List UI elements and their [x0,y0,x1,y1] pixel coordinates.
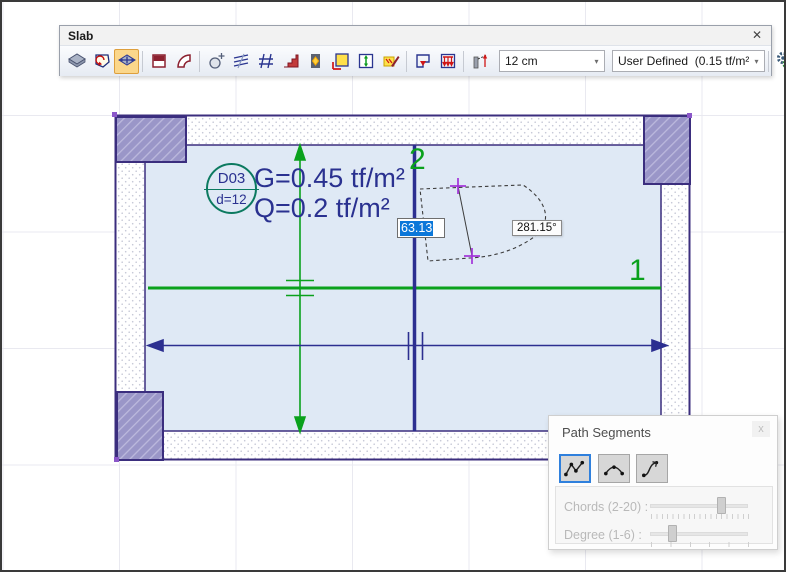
slab-plate-icon [67,53,86,68]
half-filled-square-icon [151,54,166,68]
arc-segment-button[interactable] [598,454,630,483]
degree-slider-track[interactable] [650,532,748,536]
toolbar-row: 12 cm ▾ User Defined (0.15 tf/m²) ▾ [60,45,784,76]
polygon-arrow-icon [94,54,110,68]
toolbar-separator [142,50,143,72]
slab-arrows-icon [117,54,136,66]
eraser-icon [383,56,399,67]
opening-button[interactable] [203,49,228,74]
load-case-combobox[interactable]: User Defined (0.15 tf/m²) ▾ [612,50,765,72]
length-input-value: 63.13 [400,220,434,236]
load-arrows-icon [440,53,455,69]
slab-id-label: D03 [217,170,246,187]
axis-2-label: 2 [409,143,426,176]
corner-panel-button[interactable] [328,49,353,74]
axis-1-label: 1 [629,254,646,287]
ramp-arrow-icon [473,54,487,69]
degree-slider-ticks [651,542,751,547]
circle-plus-icon [208,53,224,69]
stairs-button[interactable] [278,49,303,74]
polyline-icon [564,460,585,476]
close-icon[interactable]: ✕ [749,27,765,43]
slab-tag-circle: D03 d=12 [204,163,259,214]
application-window: D03 d=12 G=0.45 tf/m² Q=0.2 tf/m² 1 2 63… [0,0,786,572]
column-top-right [643,115,691,185]
live-load-label: Q=0.2 tf/m² [254,193,390,223]
spline-icon [642,460,659,477]
column-bottom-left [116,391,164,461]
load-case-value: User Defined (0.15 tf/m²) [618,54,749,68]
spline-segment-button[interactable] [636,454,668,483]
thickness-combobox[interactable]: 12 cm ▾ [499,50,605,72]
toolbar-titlebar[interactable]: Slab ✕ [60,26,771,45]
gear-icon [776,51,784,69]
window-title: Slab [68,28,94,43]
toolbar-separator [768,50,769,72]
slab-auto-button[interactable] [114,48,139,74]
polyline-segment-button[interactable] [559,454,591,483]
panel-close-icon[interactable]: x [752,421,770,437]
slab-plate-button[interactable] [64,49,89,74]
chevron-down-icon[interactable]: ▾ [749,57,764,66]
highlight-button[interactable] [303,49,328,74]
dead-load-label: G=0.45 tf/m² [254,163,405,193]
degree-label: Degree (1-6) : [564,528,642,542]
path-segments-panel: Path Segments x Chords (2-20) : Degree (… [548,415,778,550]
chords-slider-thumb[interactable] [717,497,726,514]
hash-icon [258,53,273,69]
slab-contour-button[interactable] [89,49,114,74]
tag-divider [204,188,259,190]
area-load-button[interactable] [435,49,460,74]
ramp-button[interactable] [467,49,492,74]
sliders-group: Chords (2-20) : Degree (1-6) : [555,486,773,547]
slab-toolbar-window: Slab ✕ 12 cm ▾ User Defined (0.15 tf/m²)… [59,25,784,76]
chords-label: Chords (2-20) : [564,500,649,514]
erase-slab-button[interactable] [378,49,403,74]
green-arrow-grid-icon [358,53,373,69]
settings-button[interactable] [772,49,784,74]
toolbar-separator [406,50,407,72]
chevron-down-icon[interactable]: ▾ [589,57,604,66]
span-direction-button[interactable] [353,49,378,74]
skew-axes-button[interactable] [228,49,253,74]
degree-slider-thumb[interactable] [668,525,677,542]
length-input[interactable]: 63.13 [397,218,445,238]
angle-tooltip: 281.15° [512,220,562,236]
toolbar-separator [463,50,464,72]
arc-shape-icon [176,54,191,68]
toolbar-separator [199,50,200,72]
glow-box-icon [310,54,320,68]
triangle-marker-icon [415,54,430,68]
slab-thickness-label: d=12 [216,192,247,207]
thickness-value: 12 cm [505,54,538,68]
corner-panel-icon [331,53,349,70]
column-top-left [115,116,187,163]
chords-slider-ticks [651,514,751,519]
stairs-icon [283,54,298,68]
support-button[interactable] [410,49,435,74]
arc-icon [604,464,624,475]
panel-title: Path Segments [562,425,651,440]
drop-panel-button[interactable] [146,49,171,74]
mesh-button[interactable] [253,49,278,74]
slanted-lines-icon [233,53,248,69]
arc-edge-button[interactable] [171,49,196,74]
chords-slider-track[interactable] [650,504,748,508]
